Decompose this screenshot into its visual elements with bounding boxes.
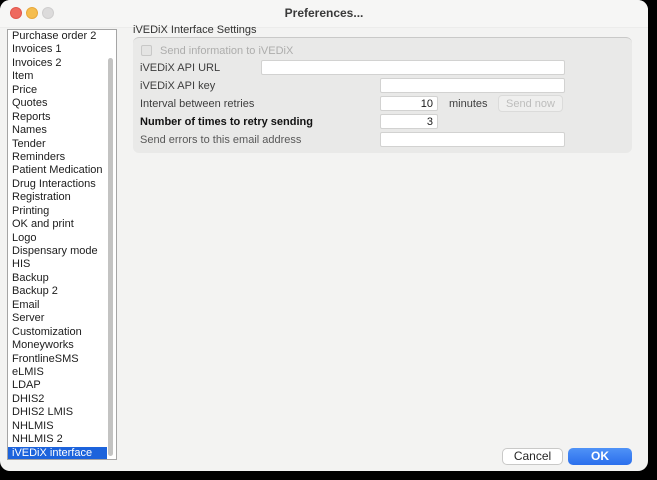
ivedix-settings-groupbox: Send information to iVEDiX iVEDiX API UR… (133, 37, 632, 153)
sidebar-item[interactable]: Quotes (8, 97, 116, 110)
panel-heading: iVEDiX Interface Settings (133, 24, 257, 36)
ivedix-api-key-input[interactable] (380, 78, 565, 93)
send-now-button[interactable]: Send now (498, 95, 563, 112)
api-key-row: iVEDiX API key (140, 78, 625, 94)
sidebar-item[interactable]: LDAP (8, 379, 116, 392)
sidebar-item[interactable]: Customization (8, 326, 116, 339)
error-email-input[interactable] (380, 132, 565, 147)
sidebar-item[interactable]: Invoices 1 (8, 43, 116, 56)
api-url-row: iVEDiX API URL (140, 60, 625, 76)
sidebar-item[interactable]: Item (8, 70, 116, 83)
sidebar-item[interactable]: Drug Interactions (8, 178, 116, 191)
sidebar-item[interactable]: Registration (8, 191, 116, 204)
sidebar-item[interactable]: Patient Medication (8, 164, 116, 177)
ok-button[interactable]: OK (568, 448, 632, 465)
send-info-row: Send information to iVEDiX (140, 43, 625, 59)
minimize-window-icon[interactable] (26, 7, 38, 19)
send-info-checkbox-label: Send information to iVEDiX (160, 45, 293, 57)
window-title: Preferences... (0, 0, 648, 27)
sidebar-item[interactable]: Logo (8, 232, 116, 245)
retry-interval-input[interactable] (380, 96, 438, 111)
retry-count-row: Number of times to retry sending (140, 114, 625, 130)
sidebar-item[interactable]: Backup (8, 272, 116, 285)
close-window-icon[interactable] (10, 7, 22, 19)
sidebar-item[interactable]: Price (8, 84, 116, 97)
sidebar-item[interactable]: Email (8, 299, 116, 312)
cancel-button[interactable]: Cancel (502, 448, 563, 465)
sidebar-item[interactable]: DHIS2 (8, 393, 116, 406)
sidebar-item[interactable]: NHLMIS 2 (8, 433, 116, 446)
sidebar-scrollbar-thumb[interactable] (108, 58, 113, 456)
sidebar-item[interactable]: Reports (8, 111, 116, 124)
sidebar-item[interactable]: DHIS2 LMIS (8, 406, 116, 419)
sidebar-item[interactable]: eLMIS (8, 366, 116, 379)
titlebar: Preferences... (0, 0, 648, 28)
sidebar-item[interactable]: Reminders (8, 151, 116, 164)
error-email-label: Send errors to this email address (140, 134, 301, 146)
retry-interval-row: Interval between retries minutes Send no… (140, 96, 625, 112)
retry-interval-label: Interval between retries (140, 98, 254, 110)
sidebar-item[interactable]: Backup 2 (8, 285, 116, 298)
api-url-label: iVEDiX API URL (140, 62, 220, 74)
sidebar-item[interactable]: Printing (8, 205, 116, 218)
sidebar-item[interactable]: OK and print (8, 218, 116, 231)
sidebar-item[interactable]: Server (8, 312, 116, 325)
sidebar-item[interactable]: Tender (8, 138, 116, 151)
sidebar-items: Purchase order 2Invoices 1Invoices 2Item… (8, 30, 116, 460)
api-key-label: iVEDiX API key (140, 80, 215, 92)
window-controls (10, 7, 54, 19)
preferences-window: Preferences... Purchase order 2Invoices … (0, 0, 648, 471)
sidebar-item[interactable]: Dispensary mode (8, 245, 116, 258)
retry-count-label: Number of times to retry sending (140, 116, 313, 128)
ivedix-api-url-input[interactable] (261, 60, 565, 75)
error-email-row: Send errors to this email address (140, 132, 625, 148)
preferences-category-list: Purchase order 2Invoices 1Invoices 2Item… (7, 29, 117, 460)
send-info-checkbox[interactable] (141, 45, 152, 56)
retry-count-input[interactable] (380, 114, 438, 129)
retry-interval-unit-label: minutes (449, 98, 488, 110)
sidebar-item[interactable]: Names (8, 124, 116, 137)
sidebar-item[interactable]: iVEDiX interface (8, 447, 107, 460)
sidebar-item[interactable]: FrontlineSMS (8, 353, 116, 366)
sidebar-item[interactable]: Invoices 2 (8, 57, 116, 70)
sidebar-item[interactable]: Purchase order 2 (8, 30, 116, 43)
zoom-window-icon (42, 7, 54, 19)
sidebar-item[interactable]: HIS (8, 258, 116, 271)
sidebar-item[interactable]: Moneyworks (8, 339, 116, 352)
sidebar-item[interactable]: NHLMIS (8, 420, 116, 433)
